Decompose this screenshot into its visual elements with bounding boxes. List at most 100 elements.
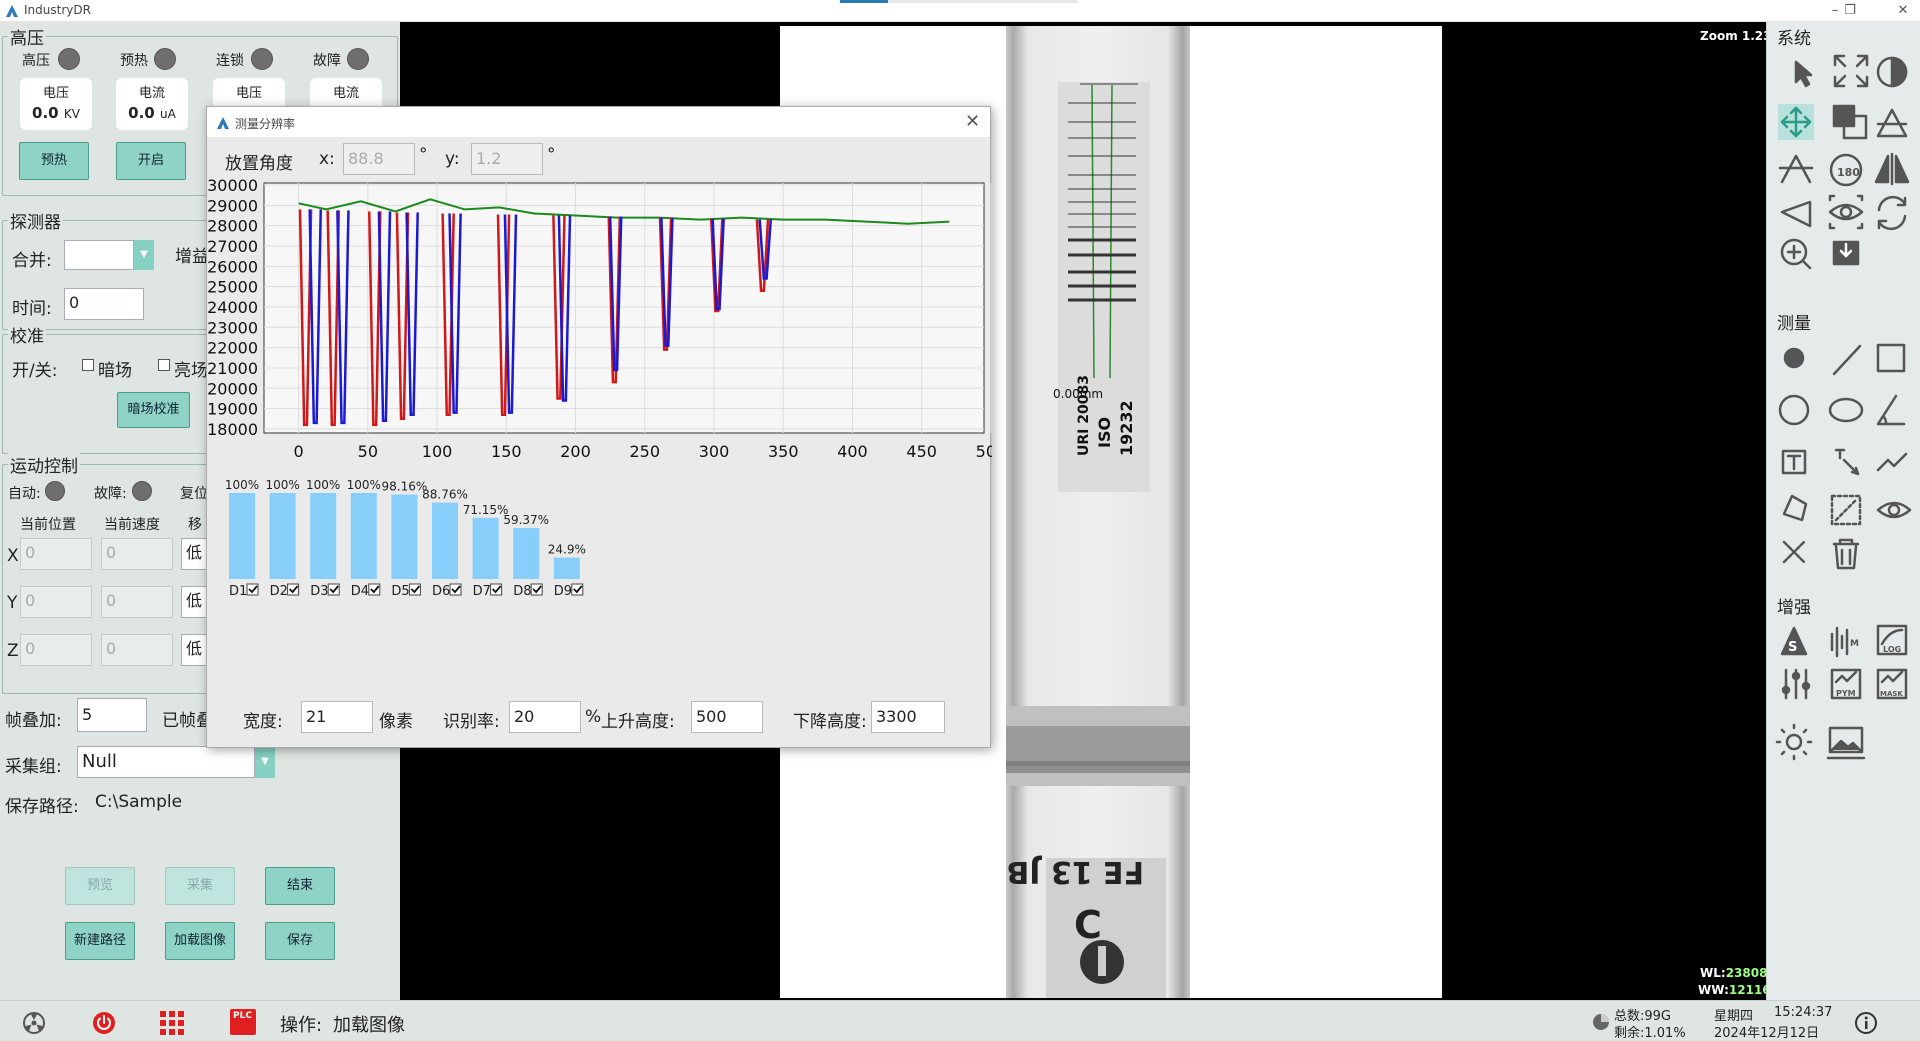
- rise-input[interactable]: 500: [691, 701, 763, 733]
- bar-category-label: D1: [229, 584, 247, 599]
- grid-icon[interactable]: [1830, 494, 1862, 526]
- bright-field-checkbox[interactable]: [158, 359, 170, 371]
- disk-usage-icon: [1593, 1014, 1609, 1030]
- frame-stack-input[interactable]: 5: [77, 698, 147, 732]
- arrow-text-icon[interactable]: [1834, 448, 1860, 476]
- polygon-icon[interactable]: [1782, 494, 1808, 522]
- radiation-icon[interactable]: [22, 1011, 46, 1035]
- load-image-button[interactable]: 加载图像: [165, 922, 235, 960]
- noise-icon[interactable]: [1830, 626, 1849, 658]
- save-button[interactable]: 保存: [265, 922, 335, 960]
- axis-x-speed-mode[interactable]: 低: [181, 538, 207, 570]
- mirror-icon[interactable]: [1874, 152, 1910, 186]
- preheat-button[interactable]: 预热: [19, 142, 89, 180]
- refresh-icon[interactable]: [1877, 195, 1907, 231]
- dialog-close-button[interactable]: ✕: [965, 111, 980, 132]
- close-window-button[interactable]: ✕: [1888, 2, 1918, 20]
- adjust-icon[interactable]: [1781, 668, 1811, 700]
- fall-input[interactable]: 3300: [871, 701, 945, 733]
- reset-label[interactable]: 复位: [180, 483, 208, 503]
- acq-group-select[interactable]: Null: [77, 746, 255, 778]
- angle-x-label: x:: [319, 149, 335, 169]
- flip-vertical-icon[interactable]: [1876, 108, 1908, 138]
- axis-x-speed: 0: [101, 538, 173, 570]
- dark-calibration-button[interactable]: 暗场校准: [117, 392, 190, 428]
- angle-icon[interactable]: [1876, 394, 1906, 426]
- acq-group-dropdown-arrow-icon[interactable]: ▼: [255, 746, 275, 778]
- resolution-bar: [269, 493, 296, 579]
- dialog-title-bar[interactable]: 测量分辨率 ✕: [207, 107, 990, 137]
- polyline-icon[interactable]: [1876, 452, 1908, 472]
- resolution-bar: [553, 557, 580, 579]
- rectangle-icon[interactable]: [1876, 343, 1906, 373]
- axis-y-speed-mode[interactable]: 低: [181, 586, 207, 618]
- line-icon[interactable]: [1832, 344, 1862, 376]
- delete-icon[interactable]: [1832, 538, 1860, 570]
- iqi-stamp-line-2: ISO: [1095, 417, 1114, 448]
- power-icon[interactable]: [92, 1011, 116, 1035]
- flip-horizontal-icon[interactable]: [1778, 154, 1814, 184]
- pym-label: PYM: [1836, 689, 1856, 698]
- hv-indicator-light: [58, 48, 80, 70]
- grid-menu-icon[interactable]: [160, 1011, 184, 1035]
- eraser-icon[interactable]: [1782, 540, 1806, 564]
- current-card-2-label: 电流: [332, 86, 359, 101]
- current-speed-header: 当前速度: [104, 517, 160, 533]
- interlock-indicator-light: [251, 48, 273, 70]
- axis-z-speed-mode[interactable]: 低: [181, 634, 207, 666]
- angle-y-degree: °: [547, 145, 556, 165]
- pipe-c-mark: C: [1074, 903, 1102, 947]
- fault-indicator-light: [347, 48, 369, 70]
- open-hv-button[interactable]: 开启: [116, 142, 186, 180]
- auto-label: 自动:: [8, 486, 41, 502]
- width-input[interactable]: 21: [301, 701, 373, 733]
- current-value: 0.0: [128, 104, 155, 122]
- y-tick-label: 30000: [207, 179, 258, 195]
- mask-label: MASK: [1880, 690, 1903, 698]
- merge-select[interactable]: [64, 240, 134, 270]
- disk-free: 剩余:1.01%: [1614, 1026, 1686, 1041]
- angle-label: 放置角度: [225, 154, 293, 174]
- image-icon[interactable]: [1826, 726, 1866, 760]
- info-icon[interactable]: [1854, 1011, 1878, 1035]
- current-card-label: 电流: [138, 86, 165, 101]
- y-tick-label: 27000: [207, 237, 258, 256]
- angle-x-input: 88.8: [343, 143, 415, 175]
- plc-icon[interactable]: PLC: [230, 1009, 256, 1035]
- brightness-icon[interactable]: [1775, 723, 1813, 761]
- collect-button[interactable]: 采集: [165, 867, 235, 905]
- bar-category-label: D7: [473, 584, 491, 599]
- save-path-label: 保存路径:: [5, 797, 79, 817]
- time-label: 时间:: [12, 299, 52, 319]
- ellipse-icon[interactable]: [1828, 397, 1864, 423]
- cursor-icon[interactable]: [1794, 60, 1813, 88]
- y-tick-label: 19000: [207, 400, 258, 419]
- horn-icon[interactable]: [1780, 200, 1812, 228]
- view-icon[interactable]: [1828, 194, 1864, 230]
- zoom-in-icon[interactable]: [1780, 238, 1812, 270]
- time-input[interactable]: 0: [64, 288, 144, 320]
- app-logo-icon: [6, 5, 18, 17]
- eye-icon[interactable]: [1876, 501, 1912, 519]
- overlay-icon[interactable]: [1832, 104, 1868, 140]
- motion-title: 运动控制: [8, 452, 80, 477]
- fit-screen-icon[interactable]: [1833, 54, 1869, 88]
- bar-value-label: 98.16%: [382, 480, 428, 494]
- contrast-icon[interactable]: [1876, 56, 1908, 88]
- gain-label: 增益: [175, 247, 209, 267]
- circle-icon[interactable]: [1778, 394, 1810, 426]
- restore-button[interactable]: ❐: [1835, 2, 1865, 20]
- new-path-button[interactable]: 新建路径: [65, 922, 135, 960]
- bar-category-label: D2: [270, 584, 288, 599]
- download-icon[interactable]: [1832, 240, 1860, 266]
- rate-input[interactable]: 20: [509, 701, 581, 733]
- preview-button[interactable]: 预览: [65, 867, 135, 905]
- zoom-indicator: Zoom 1.23: [1700, 29, 1772, 43]
- status-bar: PLC 操作: 加载图像 总数:99G 剩余:1.01% 星期四 15:24:3…: [0, 1000, 1920, 1041]
- bar-value-label: 88.76%: [422, 488, 468, 502]
- merge-dropdown-arrow-icon[interactable]: ▼: [134, 240, 154, 270]
- end-button[interactable]: 结束: [265, 867, 335, 905]
- dark-field-checkbox[interactable]: [82, 359, 94, 371]
- text-icon[interactable]: [1781, 449, 1807, 475]
- point-icon[interactable]: [1783, 347, 1805, 369]
